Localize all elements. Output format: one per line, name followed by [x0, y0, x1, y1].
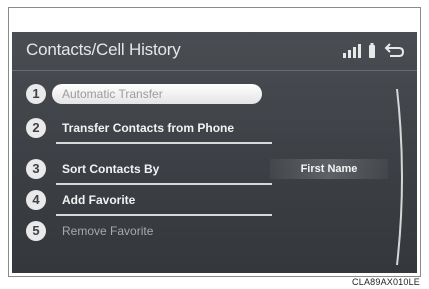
transfer-contacts-button[interactable]: Transfer Contacts from Phone — [52, 118, 262, 138]
display-screen: Contacts/Cell History 1 Automatic Transf… — [12, 32, 417, 273]
signal-bars-icon — [343, 44, 361, 58]
menu-number-badge: 4 — [26, 190, 46, 210]
row-divider — [56, 142, 272, 144]
sort-contacts-button[interactable]: Sort Contacts By — [52, 159, 262, 179]
header-divider — [12, 70, 417, 71]
row-divider — [56, 214, 272, 216]
sort-value-label: First Name — [270, 159, 388, 179]
scroll-indicator[interactable] — [394, 87, 410, 267]
menu-number-badge: 3 — [26, 159, 46, 179]
page-title: Contacts/Cell History — [26, 40, 181, 59]
battery-icon — [369, 43, 375, 58]
automatic-transfer-button[interactable]: Automatic Transfer — [52, 84, 262, 104]
status-bar — [343, 42, 407, 60]
remove-favorite-button: Remove Favorite — [62, 224, 154, 238]
add-favorite-button[interactable]: Add Favorite — [52, 190, 262, 210]
menu-number-badge: 2 — [26, 118, 46, 138]
figure-code: CLA89AX010LE — [352, 277, 420, 287]
back-arrow-icon[interactable] — [384, 43, 405, 57]
menu-number-badge: 5 — [26, 221, 46, 241]
menu-number-badge: 1 — [26, 84, 46, 104]
row-divider — [56, 183, 272, 185]
